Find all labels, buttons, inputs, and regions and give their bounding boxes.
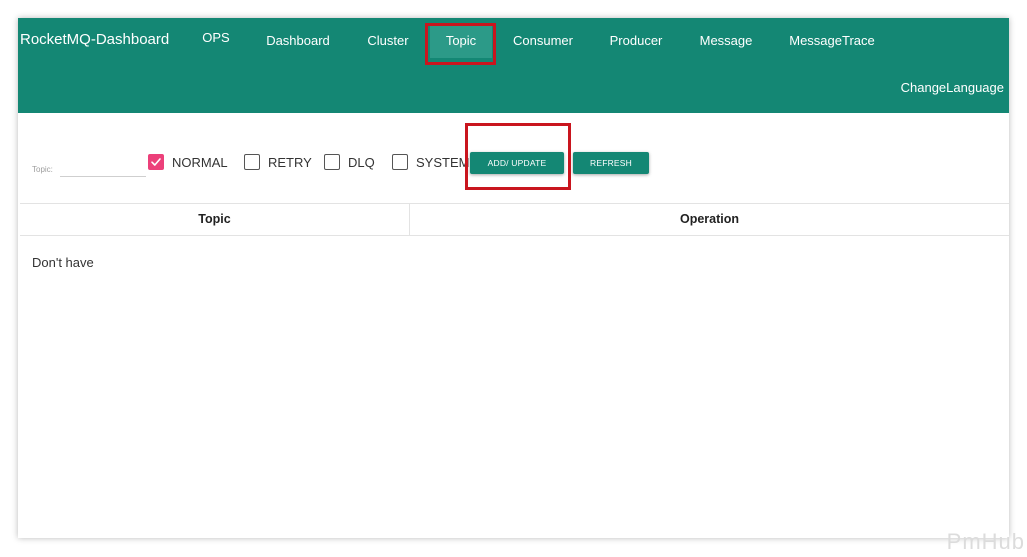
check-icon (151, 158, 161, 166)
checkbox-dlq[interactable]: DLQ (324, 153, 375, 171)
checkbox-unchecked-icon (392, 154, 408, 170)
checkbox-checked-icon (148, 154, 164, 170)
topic-search-input[interactable] (60, 161, 146, 177)
checkbox-dlq-label: DLQ (348, 154, 375, 170)
nav-message[interactable]: Message (693, 24, 759, 58)
checkbox-retry-label: RETRY (268, 154, 312, 170)
topic-filter-label: Topic: (32, 165, 53, 174)
checkbox-unchecked-icon (324, 154, 340, 170)
watermark: PmHub (946, 529, 1025, 554)
empty-state-text: Don't have (32, 255, 94, 270)
add-update-button[interactable]: ADD/ UPDATE (470, 152, 564, 174)
app-window: RocketMQ-Dashboard OPS Dashboard Cluster… (18, 18, 1009, 538)
top-navbar: RocketMQ-Dashboard OPS Dashboard Cluster… (18, 18, 1009, 113)
column-header-topic: Topic (20, 204, 410, 235)
nav-dashboard[interactable]: Dashboard (262, 24, 334, 58)
change-language-button[interactable]: ChangeLanguage (901, 80, 1004, 95)
checkbox-system[interactable]: SYSTEM (392, 153, 469, 171)
nav-messagetrace[interactable]: MessageTrace (786, 24, 878, 58)
nav-topic[interactable]: Topic (430, 24, 492, 58)
column-header-operation: Operation (679, 212, 740, 226)
refresh-button[interactable]: REFRESH (573, 152, 649, 174)
checkbox-retry[interactable]: RETRY (244, 153, 312, 171)
topic-table: Topic Operation (20, 203, 1009, 236)
nav-producer[interactable]: Producer (605, 24, 667, 58)
checkbox-system-label: SYSTEM (416, 154, 470, 170)
brand-title[interactable]: RocketMQ-Dashboard (20, 31, 169, 48)
checkbox-normal-label: NORMAL (172, 154, 228, 170)
nav-cluster[interactable]: Cluster (362, 24, 414, 58)
checkbox-unchecked-icon (244, 154, 260, 170)
nav-consumer[interactable]: Consumer (508, 24, 578, 58)
nav-ops[interactable]: OPS (202, 30, 230, 46)
checkbox-normal[interactable]: NORMAL (148, 153, 228, 171)
